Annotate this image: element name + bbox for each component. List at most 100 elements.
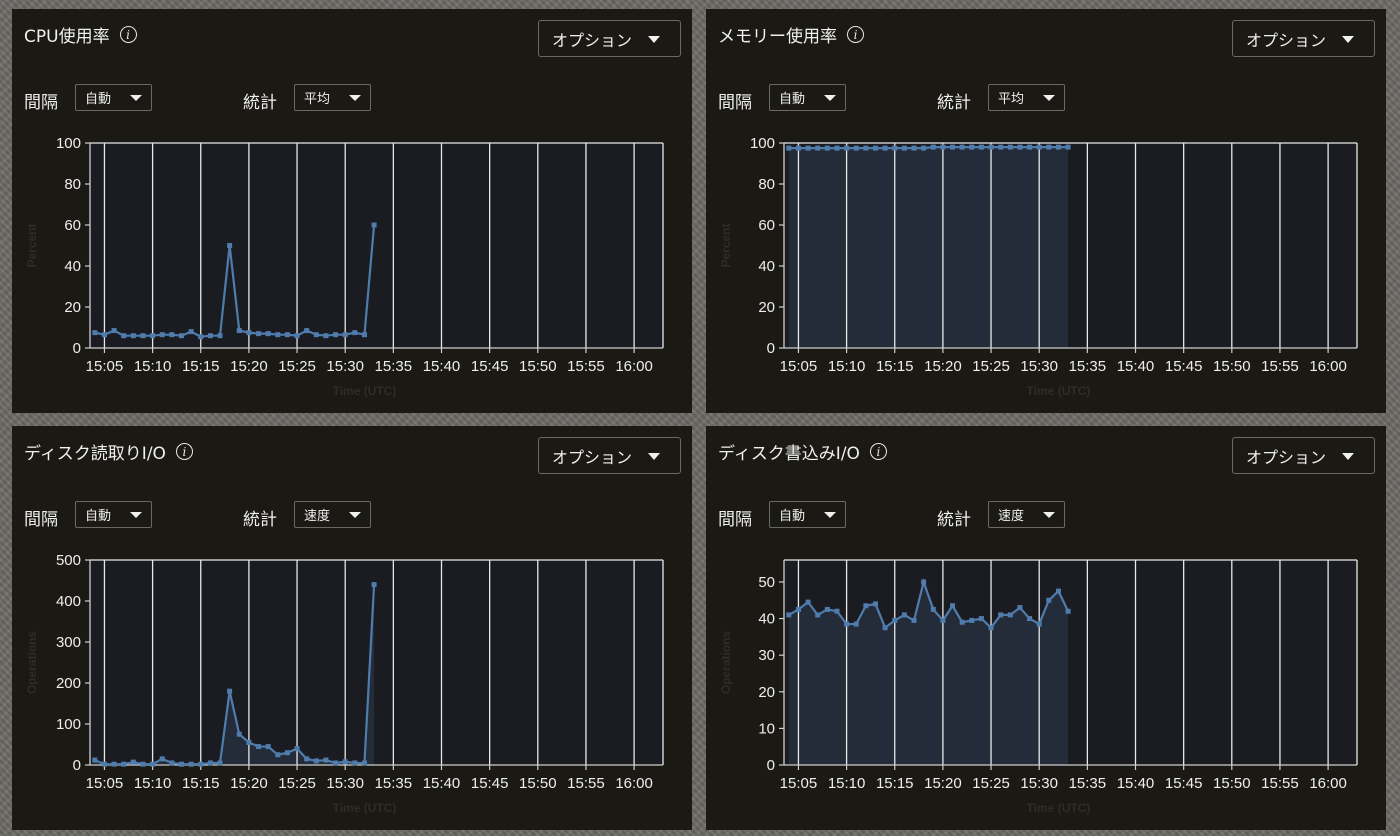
data-point[interactable] — [950, 603, 956, 609]
data-point[interactable] — [111, 761, 117, 767]
data-point[interactable] — [805, 145, 811, 151]
data-point[interactable] — [256, 331, 262, 337]
data-point[interactable] — [969, 144, 975, 150]
data-point[interactable] — [207, 760, 213, 766]
data-point[interactable] — [901, 145, 907, 151]
data-point[interactable] — [1027, 616, 1033, 622]
data-point[interactable] — [169, 760, 175, 766]
data-point[interactable] — [911, 617, 917, 623]
data-point[interactable] — [863, 145, 869, 151]
data-point[interactable] — [323, 333, 329, 339]
data-point[interactable] — [217, 333, 223, 339]
data-point[interactable] — [217, 760, 223, 766]
data-point[interactable] — [872, 145, 878, 151]
data-point[interactable] — [188, 329, 194, 335]
data-point[interactable] — [294, 333, 300, 339]
data-point[interactable] — [844, 621, 850, 627]
data-point[interactable] — [169, 332, 175, 338]
data-point[interactable] — [978, 144, 984, 150]
data-point[interactable] — [159, 332, 165, 338]
data-point[interactable] — [930, 606, 936, 612]
data-point[interactable] — [988, 144, 994, 150]
data-point[interactable] — [1065, 608, 1071, 614]
data-point[interactable] — [140, 333, 146, 339]
data-point[interactable] — [198, 761, 204, 767]
data-point[interactable] — [940, 144, 946, 150]
data-point[interactable] — [313, 332, 319, 338]
data-point[interactable] — [892, 617, 898, 623]
data-point[interactable] — [815, 612, 821, 618]
data-point[interactable] — [256, 744, 262, 750]
data-point[interactable] — [92, 330, 98, 336]
data-point[interactable] — [824, 606, 830, 612]
data-point[interactable] — [863, 603, 869, 609]
data-point[interactable] — [795, 145, 801, 151]
data-point[interactable] — [304, 756, 310, 762]
data-point[interactable] — [111, 328, 117, 334]
data-point[interactable] — [284, 750, 290, 756]
data-point[interactable] — [988, 625, 994, 631]
data-point[interactable] — [323, 757, 329, 763]
data-point[interactable] — [844, 145, 850, 151]
data-point[interactable] — [1027, 144, 1033, 150]
data-point[interactable] — [805, 599, 811, 605]
data-point[interactable] — [1055, 144, 1061, 150]
data-point[interactable] — [1036, 144, 1042, 150]
data-point[interactable] — [998, 144, 1004, 150]
data-point[interactable] — [284, 332, 290, 338]
data-point[interactable] — [227, 243, 233, 248]
data-point[interactable] — [150, 333, 156, 339]
data-point[interactable] — [361, 760, 367, 766]
data-point[interactable] — [236, 731, 242, 737]
data-point[interactable] — [930, 144, 936, 150]
data-point[interactable] — [978, 616, 984, 622]
data-point[interactable] — [1046, 144, 1052, 150]
data-point[interactable] — [246, 330, 252, 336]
data-point[interactable] — [853, 621, 859, 627]
data-point[interactable] — [333, 332, 339, 338]
data-point[interactable] — [178, 333, 184, 339]
data-point[interactable] — [352, 760, 358, 766]
data-point[interactable] — [969, 617, 975, 623]
data-point[interactable] — [371, 222, 377, 228]
data-point[interactable] — [371, 582, 377, 588]
data-point[interactable] — [1017, 605, 1023, 611]
data-point[interactable] — [1065, 144, 1071, 150]
data-point[interactable] — [140, 761, 146, 767]
data-point[interactable] — [121, 761, 127, 767]
data-point[interactable] — [853, 145, 859, 151]
data-point[interactable] — [150, 761, 156, 767]
data-point[interactable] — [342, 759, 348, 765]
data-point[interactable] — [265, 331, 271, 337]
data-point[interactable] — [892, 145, 898, 151]
data-point[interactable] — [872, 601, 878, 607]
data-point[interactable] — [198, 334, 204, 340]
data-point[interactable] — [1046, 597, 1052, 603]
data-point[interactable] — [921, 579, 927, 585]
data-point[interactable] — [352, 330, 358, 336]
data-point[interactable] — [265, 744, 271, 750]
data-point[interactable] — [1007, 144, 1013, 150]
data-point[interactable] — [786, 145, 792, 151]
data-point[interactable] — [795, 606, 801, 612]
data-point[interactable] — [342, 332, 348, 338]
data-point[interactable] — [275, 332, 281, 338]
data-point[interactable] — [834, 608, 840, 614]
data-point[interactable] — [121, 333, 127, 339]
data-point[interactable] — [188, 761, 194, 767]
data-point[interactable] — [824, 145, 830, 151]
data-point[interactable] — [1007, 612, 1013, 618]
data-point[interactable] — [959, 619, 965, 625]
data-point[interactable] — [101, 761, 107, 767]
data-point[interactable] — [1017, 144, 1023, 150]
data-point[interactable] — [882, 145, 888, 151]
data-point[interactable] — [313, 758, 319, 764]
data-point[interactable] — [227, 688, 233, 694]
data-point[interactable] — [159, 756, 165, 762]
data-point[interactable] — [130, 759, 136, 765]
data-point[interactable] — [1055, 588, 1061, 594]
data-point[interactable] — [361, 332, 367, 338]
data-point[interactable] — [834, 145, 840, 151]
data-point[interactable] — [911, 145, 917, 151]
data-point[interactable] — [882, 625, 888, 631]
